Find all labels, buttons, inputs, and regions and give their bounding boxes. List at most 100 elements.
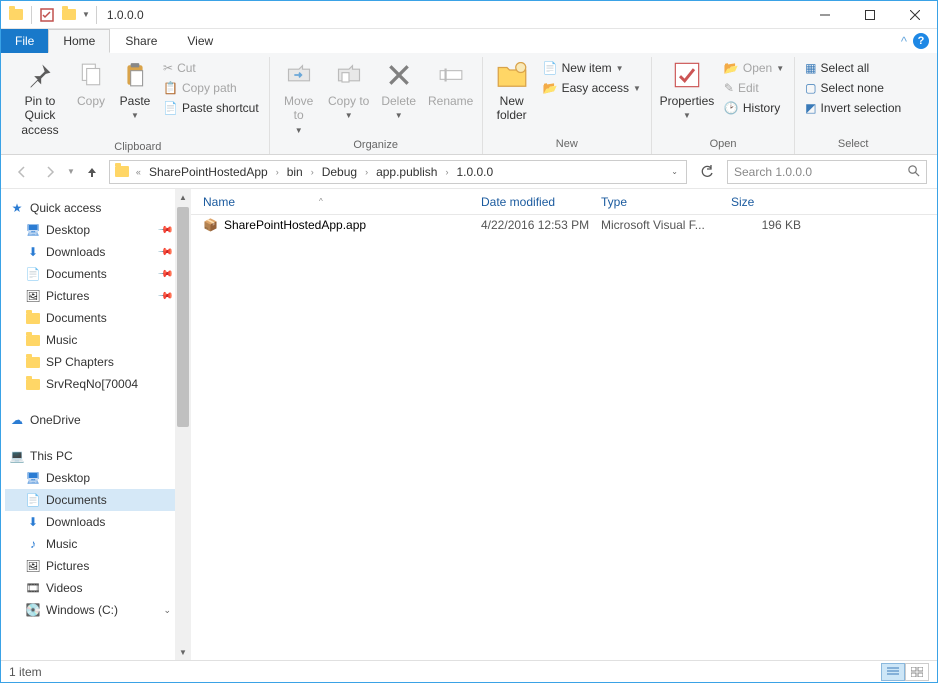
maximize-button[interactable] [847,1,892,29]
close-button[interactable] [892,1,937,29]
search-icon [907,164,920,180]
crumb-item[interactable]: Debug [318,165,361,179]
scroll-thumb[interactable] [177,207,189,427]
details-view-button[interactable] [881,663,905,681]
new-item-button[interactable]: 📄New item▼ [539,59,645,77]
ribbon-collapse-icon[interactable]: ^ [901,34,907,49]
column-name[interactable]: Name^ [203,195,481,209]
tab-view[interactable]: View [172,29,228,53]
pin-to-quick-access-button[interactable]: Pin to Quick access [13,57,67,139]
column-headers: Name^ Date modified Type Size [191,189,937,215]
tab-share[interactable]: Share [110,29,172,53]
tree-item-sp-chapters[interactable]: SP Chapters [5,351,175,373]
qat-dropdown-icon[interactable]: ▼ [82,10,90,19]
file-row[interactable]: 📦SharePointHostedApp.app 4/22/2016 12:53… [191,215,937,235]
column-size[interactable]: Size [731,195,811,209]
recent-locations-icon[interactable]: ▼ [67,167,75,176]
edit-button[interactable]: ✎Edit [720,79,788,97]
tree-item-pc-desktop[interactable]: 🖥Desktop [5,467,175,489]
tree-item-pc-music[interactable]: ♪Music [5,533,175,555]
crumb-item[interactable]: bin [283,165,307,179]
tree-item-desktop[interactable]: 🖥Desktop📌 [5,219,175,241]
breadcrumb-dropdown-icon[interactable]: ⌄ [671,167,682,176]
group-label-clipboard: Clipboard [13,139,263,155]
history-icon: 🕑 [724,101,739,115]
select-none-button[interactable]: ▢Select none [801,79,905,97]
scroll-down-icon[interactable]: ▼ [175,644,191,660]
easy-access-button[interactable]: 📂Easy access▼ [539,79,645,97]
tree-item-pc-videos[interactable]: 🎞Videos [5,577,175,599]
tree-item-music[interactable]: Music [5,329,175,351]
forward-button[interactable] [39,161,61,183]
open-icon: 📂 [724,61,739,75]
search-input[interactable]: Search 1.0.0.0 [727,160,927,184]
copy-to-icon [333,59,365,91]
quick-access-icon: ★ [9,200,25,216]
history-button[interactable]: 🕑History [720,99,788,117]
open-button[interactable]: 📂Open▼ [720,59,788,77]
rename-button[interactable]: Rename [426,57,476,110]
copy-button[interactable]: Copy [71,57,111,110]
paste-shortcut-button[interactable]: 📄Paste shortcut [159,99,263,117]
column-date[interactable]: Date modified [481,195,601,209]
tree-item-documents-2[interactable]: Documents [5,307,175,329]
tree-quick-access[interactable]: ★ Quick access [5,197,175,219]
tab-file[interactable]: File [1,29,48,53]
invert-selection-button[interactable]: ◩Invert selection [801,99,905,117]
tree-this-pc[interactable]: 💻 This PC [5,445,175,467]
delete-button[interactable]: Delete▼ [376,57,422,123]
crumb-item[interactable]: SharePointHostedApp [145,165,272,179]
copy-path-button[interactable]: 📋Copy path [159,79,263,97]
chevron-right-icon[interactable]: › [363,167,370,177]
chevron-right-icon[interactable]: › [443,167,450,177]
pin-icon: 📌 [156,288,173,305]
tree-item-documents[interactable]: 📄Documents📌 [5,263,175,285]
navigation-pane: ★ Quick access 🖥Desktop📌 ⬇Downloads📌 📄Do… [1,189,191,660]
copy-path-icon: 📋 [163,81,178,95]
copy-to-button[interactable]: Copy to▼ [326,57,372,123]
new-folder-icon [496,59,528,91]
folder-qat-icon[interactable] [60,6,78,24]
crumb-item[interactable]: 1.0.0.0 [452,165,497,179]
downloads-icon: ⬇ [25,514,41,530]
crumb-prefix: « [134,167,143,177]
refresh-button[interactable] [693,160,721,184]
up-button[interactable] [81,161,103,183]
breadcrumb[interactable]: « SharePointHostedApp › bin › Debug › ap… [109,160,687,184]
move-to-button[interactable]: Move to▼ [276,57,322,137]
new-folder-button[interactable]: New folder [489,57,535,125]
tree-item-pictures[interactable]: 🖼Pictures📌 [5,285,175,307]
tree-item-pc-windows-c[interactable]: 💽Windows (C:)⌄ [5,599,175,621]
chevron-right-icon[interactable]: › [274,167,281,177]
folder-icon [114,164,130,180]
group-label-select: Select [801,136,905,152]
minimize-button[interactable] [802,1,847,29]
tree-item-srvreqno[interactable]: SrvReqNo[70004 [5,373,175,395]
crumb-item[interactable]: app.publish [372,165,441,179]
nav-scrollbar[interactable]: ▲ ▼ [175,189,191,660]
qat-separator [31,6,32,24]
tree-item-pc-downloads[interactable]: ⬇Downloads [5,511,175,533]
back-button[interactable] [11,161,33,183]
paste-button[interactable]: Paste ▼ [115,57,155,123]
chevron-right-icon[interactable]: › [309,167,316,177]
group-label-organize: Organize [276,137,476,153]
expand-icon[interactable]: ⌄ [163,605,171,616]
move-to-icon [283,59,315,91]
edit-icon: ✎ [724,81,734,95]
cut-button[interactable]: ✂Cut [159,59,263,77]
properties-button[interactable]: Properties▼ [658,57,716,123]
ribbon-group-open: Properties▼ 📂Open▼ ✎Edit 🕑History Open [652,57,795,154]
copy-label: Copy [77,94,105,108]
column-type[interactable]: Type [601,195,731,209]
tree-item-pc-documents[interactable]: 📄Documents [5,489,175,511]
properties-qat-icon[interactable] [38,6,56,24]
icons-view-button[interactable] [905,663,929,681]
tree-onedrive[interactable]: ☁ OneDrive [5,409,175,431]
tree-item-pc-pictures[interactable]: 🖼Pictures [5,555,175,577]
tab-home[interactable]: Home [48,29,110,53]
tree-item-downloads[interactable]: ⬇Downloads📌 [5,241,175,263]
scroll-up-icon[interactable]: ▲ [175,189,191,205]
help-icon[interactable]: ? [913,33,929,49]
select-all-button[interactable]: ▦Select all [801,59,905,77]
